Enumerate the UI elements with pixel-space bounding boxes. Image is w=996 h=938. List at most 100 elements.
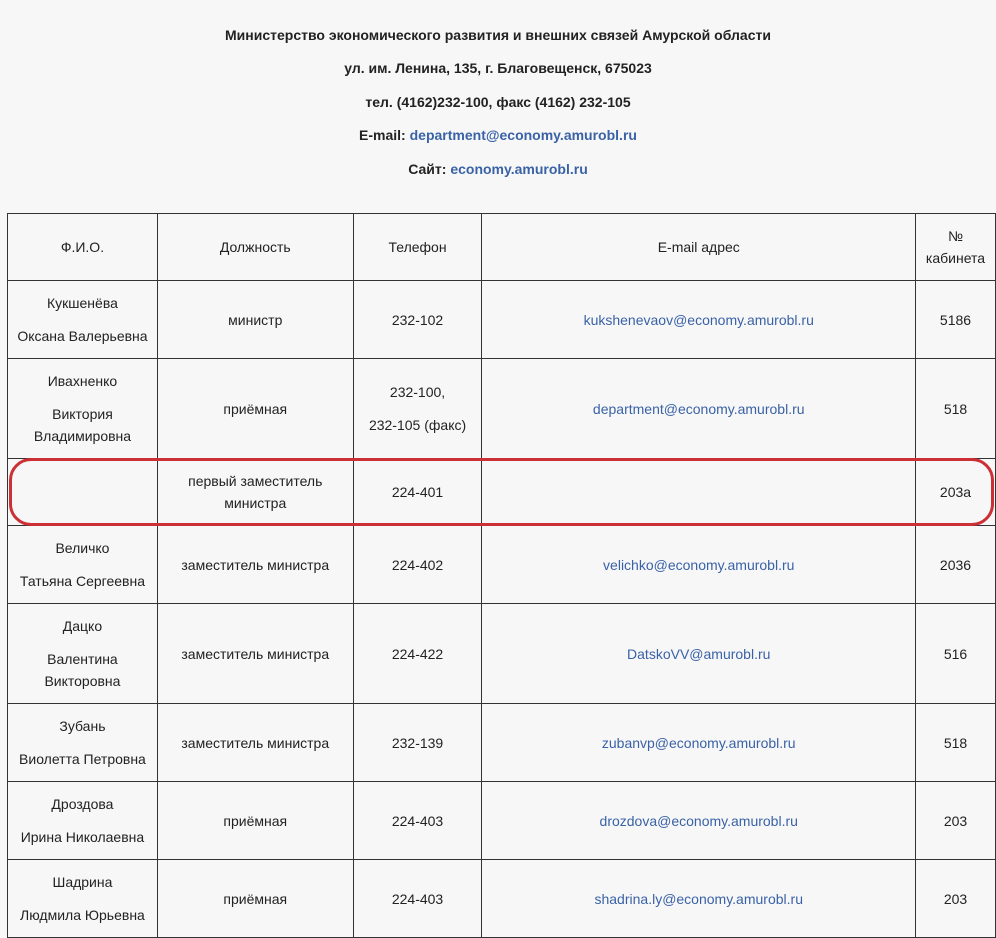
name-line: Дроздова bbox=[51, 796, 114, 812]
phone-spacer bbox=[358, 403, 478, 414]
name-spacer bbox=[12, 815, 153, 826]
name-line: Оксана Валерьевна bbox=[17, 328, 148, 344]
cell-position: приёмная bbox=[156, 358, 354, 459]
cell-name: Дроздова Ирина Николаевна bbox=[7, 781, 158, 860]
name-spacer bbox=[12, 637, 153, 648]
name-spacer bbox=[12, 737, 153, 748]
cell-position: министр bbox=[156, 280, 354, 359]
cell-email: DatskoVV@amurobl.ru bbox=[481, 603, 916, 704]
org-address: ул. им. Ленина, 135, г. Благовещенск, 67… bbox=[344, 60, 652, 76]
phone-line: 232-105 (факс) bbox=[368, 417, 467, 433]
name-line: Ивахненко bbox=[47, 373, 118, 389]
phone-line: 232-102 bbox=[391, 311, 444, 328]
name-line: Валентина bbox=[47, 651, 118, 667]
org-phone: тел. (4162)232-100, факс (4162) 232-105 bbox=[365, 94, 631, 110]
email-link[interactable]: DatskoVV@amurobl.ru bbox=[627, 646, 770, 662]
phone-line: 232-139 bbox=[391, 734, 444, 751]
phone-line: 224-401 bbox=[391, 484, 444, 500]
cell-phone: 232-102 bbox=[352, 280, 483, 359]
table-row: Шадрина Людмила Юрьевна приёмная 224-403 sha… bbox=[7, 859, 996, 938]
cell-position: заместитель министра bbox=[156, 703, 354, 782]
cell-email: department@economy.amurobl.ru bbox=[481, 358, 916, 459]
cell-phone: 224-422 bbox=[352, 603, 483, 704]
email-link[interactable]: kukshenevaov@economy.amurobl.ru bbox=[584, 312, 814, 328]
cell-position: приёмная bbox=[156, 859, 354, 938]
phone-line: 224-403 bbox=[391, 812, 444, 829]
name-line: Татьяна Сергеевна bbox=[19, 573, 145, 589]
cell-email: kukshenevaov@economy.amurobl.ru bbox=[481, 280, 916, 359]
column-header-phone: Телефон bbox=[352, 213, 483, 281]
cell-position: заместитель министра bbox=[156, 525, 354, 604]
contacts-table: Ф.И.О. Должность Телефон E-mail адрес № … bbox=[7, 213, 996, 938]
phone-line: 224-402 bbox=[391, 556, 444, 573]
cell-room: 5186 bbox=[915, 280, 996, 359]
column-header-room: № кабинета bbox=[915, 213, 996, 281]
table-body: Кукшенёва Оксана Валерьевна министр 232-102… bbox=[7, 280, 996, 938]
cell-phone: 232-139 bbox=[352, 703, 483, 782]
cell-room: 518 bbox=[915, 703, 996, 782]
email-label: E-mail: bbox=[359, 127, 410, 143]
cell-name: Кукшенёва Оксана Валерьевна bbox=[7, 280, 158, 359]
column-header-email: E-mail адрес bbox=[481, 213, 916, 281]
cell-email: shadrina.ly@economy.amurobl.ru bbox=[481, 859, 916, 938]
name-line: Виктория bbox=[52, 406, 113, 422]
cell-name: Величко Татьяна Сергеевна bbox=[7, 525, 158, 604]
phone-line: 232-100, bbox=[389, 384, 446, 400]
cell-phone: 232-100, 232-105 (факс) bbox=[352, 358, 483, 459]
cell-phone: 224-402 bbox=[352, 525, 483, 604]
table-row: Зубань Виолетта Петровна заместитель минис… bbox=[7, 703, 996, 782]
table-row: Дацко Валентина Викторовна заместитель мини… bbox=[7, 603, 996, 704]
table-row: Дроздова Ирина Николаевна приёмная 224-403 d… bbox=[7, 781, 996, 860]
site-label: Сайт: bbox=[408, 161, 451, 177]
name-line: Владимировна bbox=[33, 428, 132, 444]
name-spacer bbox=[12, 392, 153, 403]
column-header-position: Должность bbox=[156, 213, 354, 281]
cell-phone: 224-403 bbox=[352, 781, 483, 860]
name-spacer bbox=[12, 314, 153, 325]
email-link[interactable]: drozdova@economy.amurobl.ru bbox=[600, 813, 798, 829]
cell-name: Дацко Валентина Викторовна bbox=[7, 603, 158, 704]
name-line: Кукшенёва bbox=[47, 295, 118, 311]
table-header-row: Ф.И.О. Должность Телефон E-mail адрес № … bbox=[7, 213, 996, 281]
name-line: Зубань bbox=[59, 718, 106, 734]
org-site-line: Сайт: economy.amurobl.ru bbox=[0, 160, 996, 178]
email-link[interactable]: zubanvp@economy.amurobl.ru bbox=[602, 735, 796, 751]
cell-phone: 224-403 bbox=[352, 859, 483, 938]
cell-phone: 224-401 bbox=[352, 458, 483, 526]
table-row: Ивахненко Виктория Владимировна приёмная 232… bbox=[7, 358, 996, 459]
name-line: Дацко bbox=[62, 618, 103, 634]
cell-name: Зубань Виолетта Петровна bbox=[7, 703, 158, 782]
cell-room: 516 bbox=[915, 603, 996, 704]
name-line: Виолетта Петровна bbox=[19, 751, 146, 767]
org-email-line: E-mail: department@economy.amurobl.ru bbox=[0, 126, 996, 144]
name-line: Викторовна bbox=[44, 673, 121, 689]
cell-position: первый заместитель министра bbox=[156, 458, 354, 526]
name-line: Величко bbox=[55, 540, 110, 556]
cell-name: Шадрина Людмила Юрьевна bbox=[7, 859, 158, 938]
name-spacer bbox=[12, 893, 153, 904]
column-header-name: Ф.И.О. bbox=[7, 213, 158, 281]
org-email-link[interactable]: department@economy.amurobl.ru bbox=[410, 127, 637, 143]
org-name: Министерство экономического развития и в… bbox=[225, 27, 771, 43]
cell-email: zubanvp@economy.amurobl.ru bbox=[481, 703, 916, 782]
name-line: Людмила Юрьевна bbox=[20, 907, 145, 923]
cell-position: приёмная bbox=[156, 781, 354, 860]
phone-line: 224-422 bbox=[391, 645, 444, 662]
cell-email bbox=[481, 458, 916, 526]
cell-name bbox=[7, 458, 158, 526]
cell-room: 518 bbox=[915, 358, 996, 459]
cell-room: 203 bbox=[915, 859, 996, 938]
email-link[interactable]: velichko@economy.amurobl.ru bbox=[603, 557, 794, 573]
email-link[interactable]: shadrina.ly@economy.amurobl.ru bbox=[594, 891, 803, 907]
name-line: Шадрина bbox=[52, 874, 113, 890]
phone-line: 224-403 bbox=[391, 890, 444, 907]
name-spacer bbox=[12, 559, 153, 570]
cell-name: Ивахненко Виктория Владимировна bbox=[7, 358, 158, 459]
cell-room: 2036 bbox=[915, 525, 996, 604]
table-row: Величко Татьяна Сергеевна заместитель мини… bbox=[7, 525, 996, 604]
cell-email: drozdova@economy.amurobl.ru bbox=[481, 781, 916, 860]
table-row: первый заместитель министра 224-401 203а bbox=[7, 458, 996, 526]
org-site-link[interactable]: economy.amurobl.ru bbox=[450, 161, 587, 177]
email-link[interactable]: department@economy.amurobl.ru bbox=[593, 401, 805, 417]
cell-email: velichko@economy.amurobl.ru bbox=[481, 525, 916, 604]
